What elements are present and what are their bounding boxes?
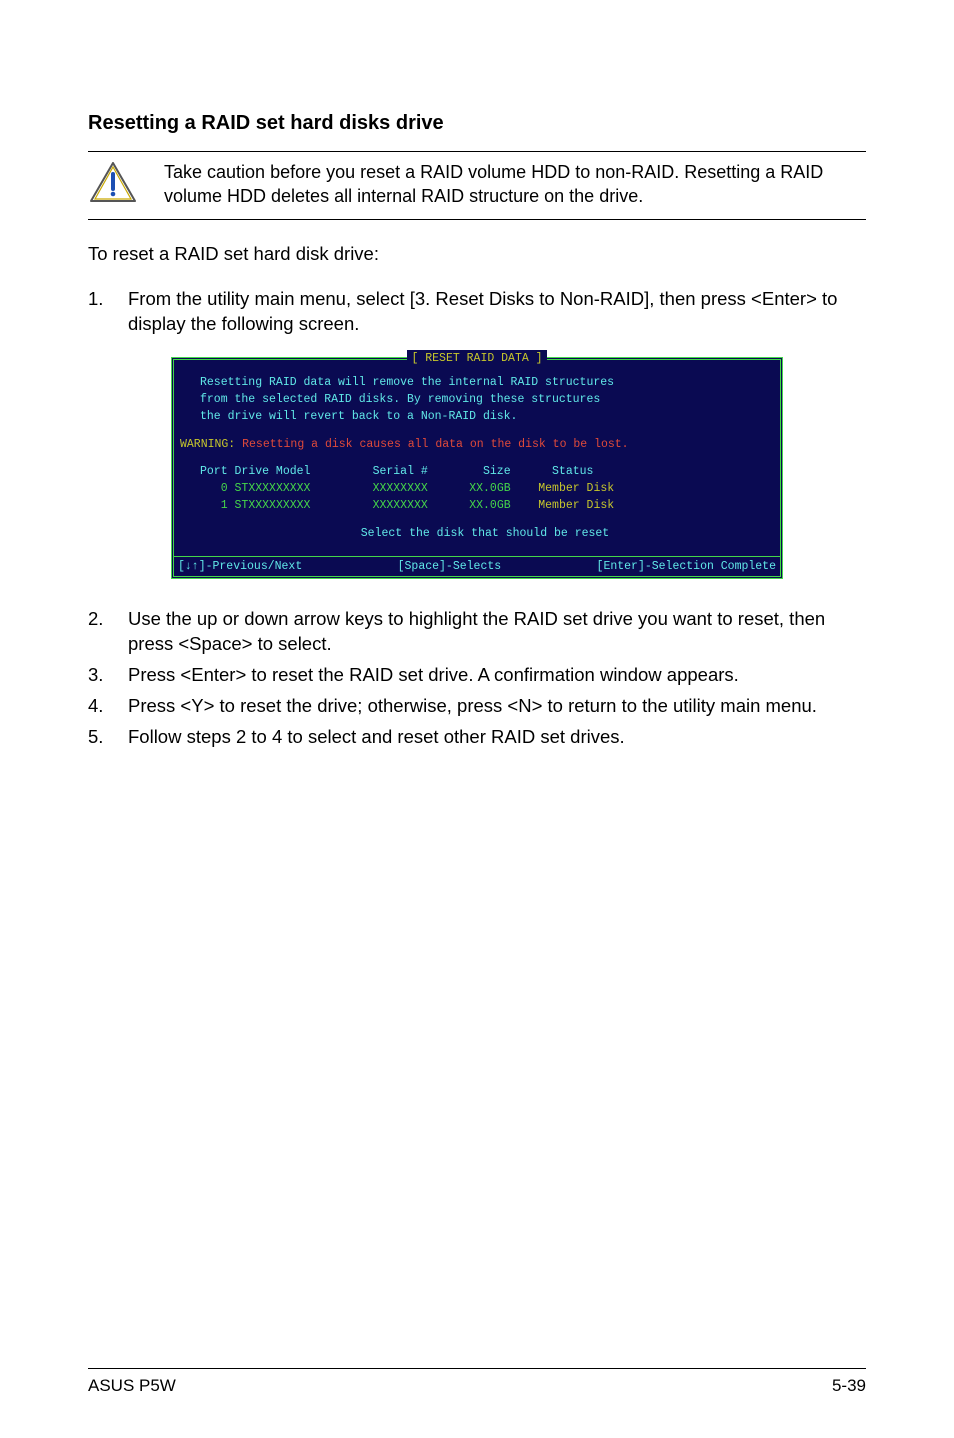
col-serial: Serial # — [373, 465, 428, 478]
terminal-box: [ RESET RAID DATA ] Resetting RAID data … — [171, 357, 783, 579]
caution-note: Take caution before you reset a RAID vol… — [88, 151, 866, 220]
cell-model: STXXXXXXXXX — [235, 499, 311, 512]
terminal-warning-label: WARNING: — [180, 438, 242, 451]
cell-port: 1 — [221, 499, 228, 512]
cell-size: XX.0GB — [469, 499, 510, 512]
terminal-spacer — [200, 515, 770, 525]
footer-right: 5-39 — [832, 1375, 866, 1398]
cell-status: Member Disk — [538, 482, 614, 495]
col-model: Drive Model — [235, 465, 311, 478]
intro-text: To reset a RAID set hard disk drive: — [88, 242, 866, 267]
terminal-msg-line: Resetting RAID data will remove the inte… — [200, 374, 770, 391]
step-text: Use the up or down arrow keys to highlig… — [128, 607, 866, 657]
step-number: 5. — [88, 725, 128, 750]
step-number: 2. — [88, 607, 128, 657]
steps-before: 1. From the utility main menu, select [3… — [88, 287, 866, 337]
cell-model: STXXXXXXXXX — [235, 482, 311, 495]
terminal-title: [ RESET RAID DATA ] — [407, 350, 546, 367]
terminal-warning: WARNING: Resetting a disk causes all dat… — [174, 436, 770, 453]
caution-text: Take caution before you reset a RAID vol… — [164, 160, 866, 209]
step-item: 1. From the utility main menu, select [3… — [88, 287, 866, 337]
terminal-msg-line: the drive will revert back to a Non-RAID… — [200, 408, 770, 425]
section-title: Resetting a RAID set hard disks drive — [88, 110, 866, 137]
terminal-warning-text: Resetting a disk causes all data on the … — [242, 438, 628, 451]
col-port: Port — [200, 465, 228, 478]
terminal-spacer — [200, 453, 770, 463]
step-text: Press <Y> to reset the drive; otherwise,… — [128, 694, 866, 719]
step-item: 4. Press <Y> to reset the drive; otherwi… — [88, 694, 866, 719]
terminal-footer-space: [Space]-Selects — [398, 558, 502, 575]
terminal-header-row: Port Drive Model Serial # Size Status — [200, 463, 770, 480]
terminal-screenshot: [ RESET RAID DATA ] Resetting RAID data … — [88, 357, 866, 579]
step-text: From the utility main menu, select [3. R… — [128, 287, 866, 337]
page-footer: ASUS P5W 5-39 — [88, 1368, 866, 1398]
step-item: 3. Press <Enter> to reset the RAID set d… — [88, 663, 866, 688]
cell-size: XX.0GB — [469, 482, 510, 495]
step-number: 3. — [88, 663, 128, 688]
terminal-msg-line: from the selected RAID disks. By removin… — [200, 391, 770, 408]
cell-serial: XXXXXXXX — [373, 499, 428, 512]
terminal-data-row: 1 STXXXXXXXXX XXXXXXXX XX.0GB Member Dis… — [200, 497, 770, 514]
col-size: Size — [483, 465, 511, 478]
footer-left: ASUS P5W — [88, 1375, 176, 1398]
terminal-spacer — [200, 426, 770, 436]
step-text: Follow steps 2 to 4 to select and reset … — [128, 725, 866, 750]
step-text: Press <Enter> to reset the RAID set driv… — [128, 663, 866, 688]
cell-port: 0 — [221, 482, 228, 495]
terminal-prompt: Select the disk that should be reset — [200, 525, 770, 542]
terminal-footer-nav: [↓↑]-Previous/Next — [178, 558, 302, 575]
steps-after: 2. Use the up or down arrow keys to high… — [88, 607, 866, 750]
caution-icon — [90, 162, 136, 209]
step-item: 5. Follow steps 2 to 4 to select and res… — [88, 725, 866, 750]
step-number: 1. — [88, 287, 128, 337]
step-item: 2. Use the up or down arrow keys to high… — [88, 607, 866, 657]
terminal-footer-enter: [Enter]-Selection Complete — [597, 558, 776, 575]
step-number: 4. — [88, 694, 128, 719]
terminal-data-row: 0 STXXXXXXXXX XXXXXXXX XX.0GB Member Dis… — [200, 480, 770, 497]
terminal-footer-bar: [↓↑]-Previous/Next [Space]-Selects [Ente… — [174, 556, 780, 576]
terminal-spacer — [200, 542, 770, 548]
col-status: Status — [552, 465, 593, 478]
cell-serial: XXXXXXXX — [373, 482, 428, 495]
cell-status: Member Disk — [538, 499, 614, 512]
